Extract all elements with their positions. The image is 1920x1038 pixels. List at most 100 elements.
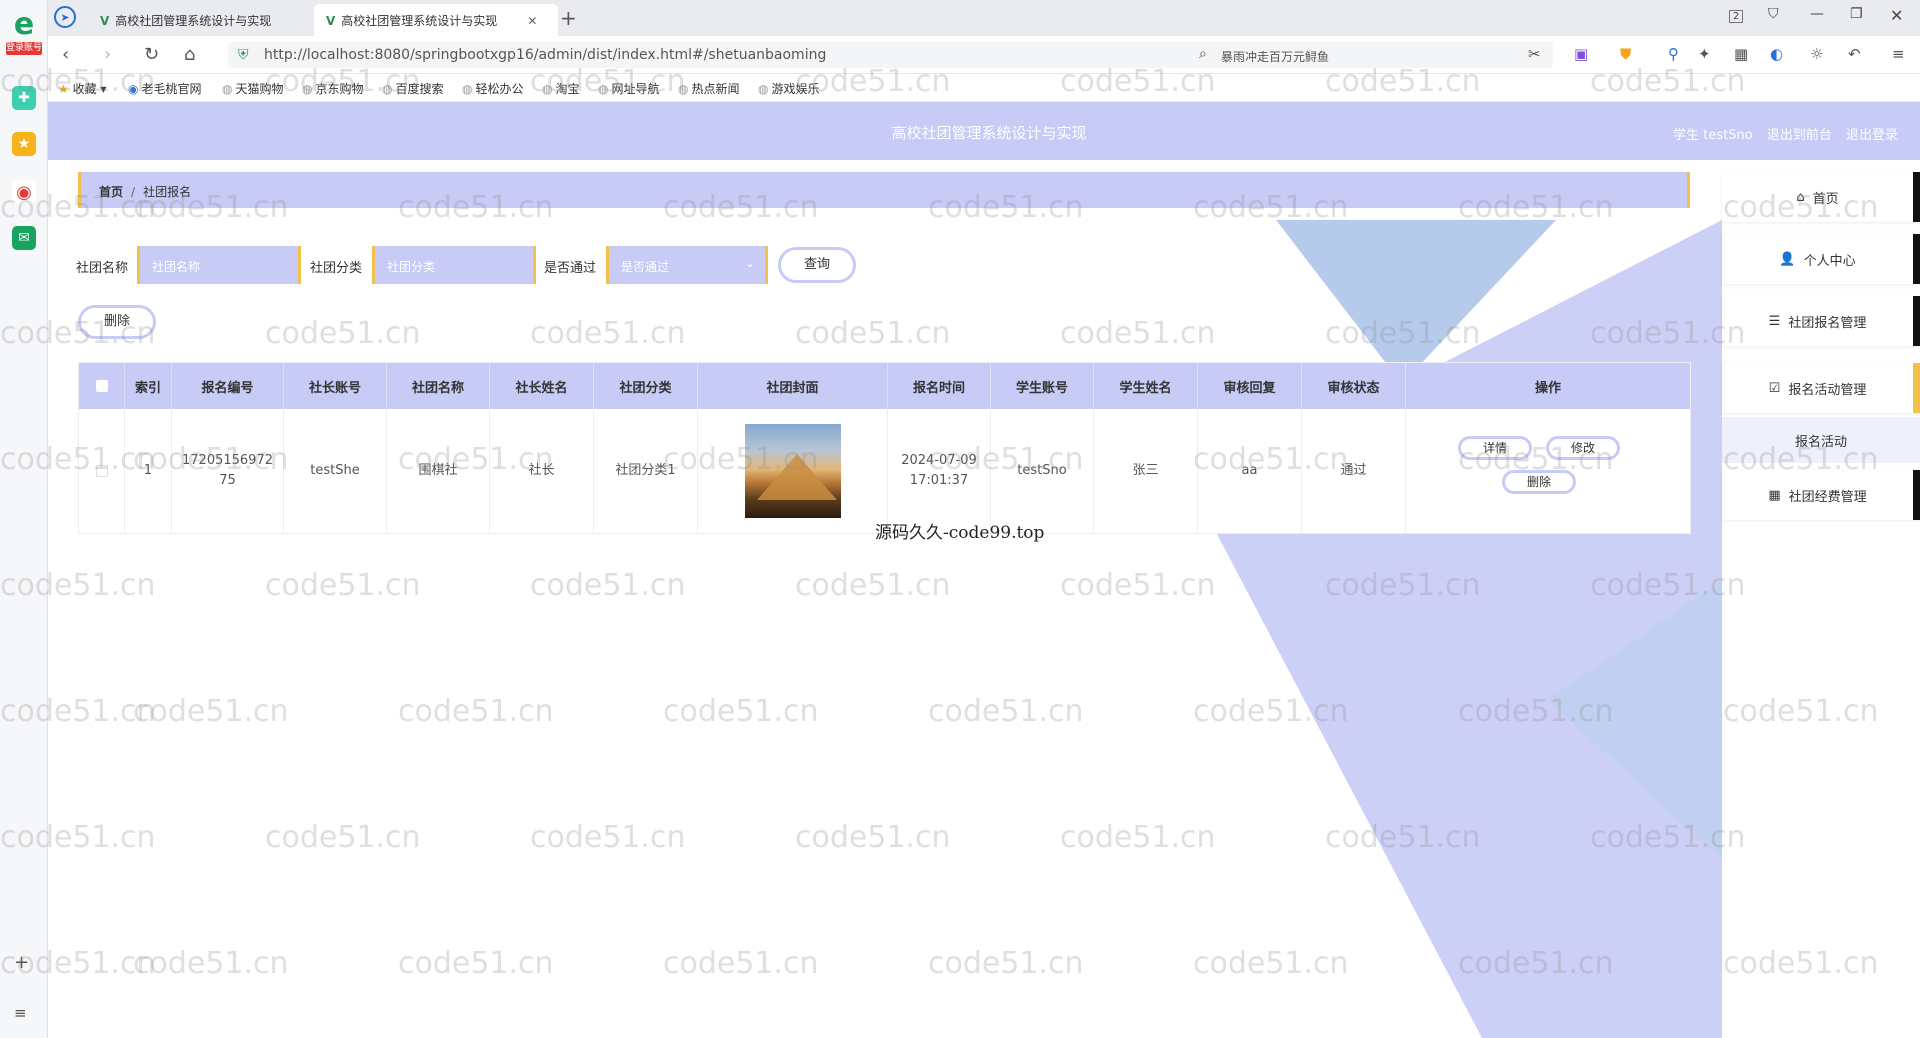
reg-no-line1: 17205156972 xyxy=(182,453,273,468)
row-checkbox[interactable] xyxy=(95,465,108,477)
passed-select-placeholder: 是否通过 xyxy=(621,260,670,274)
login-account-tag[interactable]: 登录账号 xyxy=(6,42,42,55)
add-panel-icon[interactable]: + xyxy=(14,952,29,973)
browser-search-field[interactable]: ⌕ 暴雨冲走百万元鲟鱼 xyxy=(1191,42,1553,68)
query-button[interactable]: 查询 xyxy=(778,247,856,283)
plus-cross-icon[interactable]: ✚ xyxy=(12,86,36,110)
passed-select[interactable]: 是否通过 ⌄ xyxy=(606,246,768,284)
back-to-front-link[interactable]: 退出到前台 xyxy=(1767,128,1832,143)
edit-button[interactable]: 修改 xyxy=(1546,436,1620,460)
breadcrumb-separator: / xyxy=(131,185,136,199)
bookmark-label: 天猫购物 xyxy=(235,82,284,96)
reload-icon[interactable]: ↻ xyxy=(144,44,159,65)
nav-item-profile[interactable]: 👤 个人中心 xyxy=(1722,234,1920,284)
browser-logo[interactable]: e 登录账号 xyxy=(6,10,42,58)
shield-icon[interactable]: ⛊ xyxy=(1620,45,1631,63)
column-header: 学生姓名 xyxy=(1094,363,1198,409)
watermark-text: code51.cn xyxy=(1060,820,1216,855)
table-header: 索引 报名编号 社长账号 社团名称 社长姓名 社团分类 社团封面 报名时间 学生… xyxy=(79,363,1690,409)
extension-icon[interactable]: ✦ xyxy=(1698,45,1711,63)
club-name-input[interactable]: 社团名称 xyxy=(137,246,301,284)
nav-subitem-activity-registration[interactable]: 报名活动 xyxy=(1722,417,1920,463)
bookmark-label: 热点新闻 xyxy=(691,82,740,96)
watermark-text: code51.cn xyxy=(795,568,951,603)
minimize-icon[interactable]: — xyxy=(1810,6,1824,22)
bookmark-item[interactable]: ◍ 网址导航 xyxy=(598,80,660,97)
column-header: 审核回复 xyxy=(1198,363,1302,409)
star-icon[interactable]: ★ xyxy=(12,132,36,156)
nav-label: 社团报名管理 xyxy=(1788,315,1867,331)
reg-time: 17:01:37 xyxy=(909,473,969,488)
bookmark-item[interactable]: ◍ 百度搜索 xyxy=(382,80,444,97)
nav-item-club-fee[interactable]: ▦ 社团经费管理 xyxy=(1722,470,1920,520)
new-tab-icon[interactable]: + xyxy=(560,6,577,30)
tab-count-badge[interactable]: 2 xyxy=(1729,10,1744,23)
browser-tab-2[interactable]: V 高校社团管理系统设计与实现 ✕ xyxy=(314,4,558,36)
nav-item-activity-registration[interactable]: ☑ 报名活动管理 xyxy=(1722,363,1920,413)
actions-cell: 详情 修改 删除 xyxy=(1406,409,1690,533)
compass-icon[interactable]: ➤ xyxy=(54,6,76,28)
translate-icon[interactable]: ▣ xyxy=(1574,45,1588,63)
home-icon[interactable]: ⌂ xyxy=(184,44,195,65)
bookmark-item[interactable]: ◍ 京东购物 xyxy=(302,80,364,97)
breadcrumb-home[interactable]: 首页 xyxy=(99,185,123,199)
globe-icon: ◍ xyxy=(758,82,769,96)
watermark-text: code51.cn xyxy=(530,820,686,855)
delete-button[interactable]: 删除 xyxy=(78,305,156,339)
bookmark-item[interactable]: ◍ 游戏娱乐 xyxy=(758,80,820,97)
url-text: http://localhost:8080/springbootxgp16/ad… xyxy=(264,47,827,63)
browser-tab-bar: ➤ V 高校社团管理系统设计与实现 V 高校社团管理系统设计与实现 ✕ + 2 ⛉ —… xyxy=(48,0,1920,36)
grid-icon[interactable]: ▦ xyxy=(1734,45,1748,63)
bookmark-favorites[interactable]: ★ 收藏 ▾ xyxy=(58,80,106,97)
back-icon[interactable]: ‹ xyxy=(62,44,69,65)
bookmark-item[interactable]: ◍ 热点新闻 xyxy=(678,80,740,97)
forward-icon[interactable]: › xyxy=(104,44,111,65)
source-caption: 源码久久-code99.top xyxy=(875,523,1045,543)
globe-icon: ◍ xyxy=(222,82,233,96)
current-user-label: 学生 testSno xyxy=(1673,128,1753,143)
close-tab-icon[interactable]: ✕ xyxy=(527,14,537,28)
vue-icon: V xyxy=(100,14,110,28)
right-nav-menu: ⌂ 首页 👤 个人中心 ☰ 社团报名管理 ☑ 报名活动管理 报名活动 ▦ 社团经费管理 xyxy=(1722,160,1920,1038)
row-delete-button[interactable]: 删除 xyxy=(1502,470,1576,494)
list-icon[interactable]: ≡ xyxy=(14,1004,27,1022)
url-field[interactable]: ⛨ http://localhost:8080/springbootxgp16/… xyxy=(228,42,1223,68)
shirt-icon[interactable]: ⛉ xyxy=(1768,6,1779,22)
bookmark-item[interactable]: ◍ 天猫购物 xyxy=(222,80,284,97)
bookmark-item[interactable]: ◍ 轻松办公 xyxy=(462,80,524,97)
brightness-icon[interactable]: ☼ xyxy=(1810,45,1823,63)
detail-button[interactable]: 详情 xyxy=(1458,436,1532,460)
weibo-icon[interactable]: ◉ xyxy=(12,180,36,204)
bookmark-item[interactable]: ◍ 淘宝 xyxy=(542,80,580,97)
menu-icon[interactable]: ≡ xyxy=(1892,45,1905,63)
club-category-input[interactable]: 社团分类 xyxy=(372,246,536,284)
bookmark-item[interactable]: ◉ 老毛桃官网 xyxy=(128,80,202,97)
undo-icon[interactable]: ↶ xyxy=(1848,45,1861,63)
logout-link[interactable]: 退出登录 xyxy=(1846,128,1898,143)
watermark-text: code51.cn xyxy=(398,694,554,729)
globe-icon: ◍ xyxy=(462,82,473,96)
watermark-text: code51.cn xyxy=(530,316,686,351)
bookmark-label: 收藏 xyxy=(72,82,97,96)
breadcrumb: 首页 / 社团报名 xyxy=(78,172,1690,208)
table-row: 1 17205156972 75 testShe 围棋社 社长 社团分类1 20… xyxy=(79,409,1690,533)
browser-tab-1[interactable]: V 高校社团管理系统设计与实现 xyxy=(88,4,308,36)
watermark-text: code51.cn xyxy=(663,694,819,729)
close-window-icon[interactable]: ✕ xyxy=(1890,6,1903,25)
watermark-text: code51.cn xyxy=(265,820,421,855)
nav-item-home[interactable]: ⌂ 首页 xyxy=(1722,172,1920,222)
restore-icon[interactable]: ❐ xyxy=(1850,6,1863,22)
bookmark-label: 百度搜索 xyxy=(395,82,444,96)
magnifier-icon[interactable]: ⚲ xyxy=(1668,45,1679,63)
scissors-icon[interactable]: ✂ xyxy=(1528,45,1541,63)
watermark-text: code51.cn xyxy=(1193,694,1349,729)
app-title: 高校社团管理系统设计与实现 xyxy=(891,124,1087,142)
browser-e-icon: e xyxy=(13,7,35,42)
edge-icon[interactable]: ◐ xyxy=(1770,45,1783,63)
watermark-text: code51.cn xyxy=(265,316,421,351)
nav-item-club-registration[interactable]: ☰ 社团报名管理 xyxy=(1722,296,1920,346)
select-all-checkbox[interactable] xyxy=(95,380,108,392)
watermark-text: code51.cn xyxy=(1060,568,1216,603)
column-header: 操作 xyxy=(1534,380,1561,396)
mail-icon[interactable]: ✉ xyxy=(12,226,36,250)
